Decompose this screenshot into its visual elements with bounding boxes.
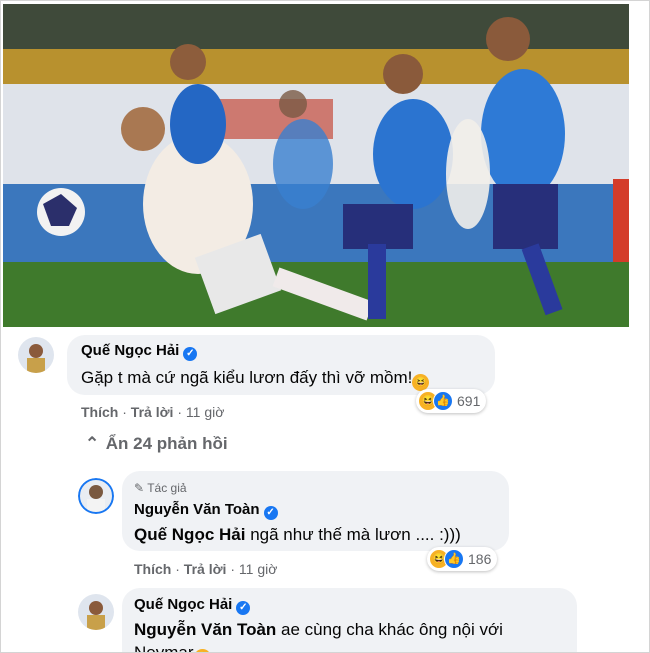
reaction-summary[interactable]: 😆 👍 691 bbox=[416, 389, 487, 413]
reply-link[interactable]: Trả lời bbox=[131, 404, 174, 420]
hide-replies-label[interactable]: Ẩn 24 phản hồi bbox=[106, 434, 228, 453]
like-reaction-icon: 👍 bbox=[433, 391, 453, 411]
reply-text-line2: Neymar😆 bbox=[134, 643, 211, 653]
avatar[interactable] bbox=[78, 594, 114, 630]
comment-author[interactable]: Quế Ngọc Hải ✓ bbox=[81, 342, 198, 361]
reply-text: Nguyễn Văn Toàn ae cùng cha khác ông nội… bbox=[134, 620, 503, 640]
reply-link[interactable]: Trả lời bbox=[184, 561, 227, 577]
comment-timestamp[interactable]: 11 giờ bbox=[186, 404, 225, 420]
separator-dot: · bbox=[175, 561, 180, 577]
verified-badge-icon: ✓ bbox=[183, 347, 198, 361]
avatar[interactable] bbox=[18, 337, 54, 373]
reaction-summary[interactable]: 😆 👍 186 bbox=[427, 547, 498, 571]
avatar[interactable] bbox=[78, 478, 114, 514]
verified-badge-icon: ✓ bbox=[236, 601, 251, 615]
author-tag-label: Tác giả bbox=[147, 481, 187, 495]
rofl-emoji-icon: 😆 bbox=[193, 649, 211, 652]
reply-text: Quế Ngọc Hải ngã như thế mà lươn .... :)… bbox=[134, 525, 461, 545]
reaction-count: 186 bbox=[468, 551, 492, 567]
reply-author-name[interactable]: Quế Ngọc Hải bbox=[134, 596, 232, 613]
like-link[interactable]: Thích bbox=[81, 404, 118, 420]
separator-dot: · bbox=[122, 404, 127, 420]
mention-link[interactable]: Nguyễn Văn Toàn bbox=[134, 620, 276, 639]
separator-dot: · bbox=[177, 404, 182, 420]
mention-link[interactable]: Quế Ngọc Hải bbox=[134, 525, 245, 544]
reply-author[interactable]: Quế Ngọc Hải ✓ bbox=[134, 596, 251, 615]
separator-dot: · bbox=[230, 561, 235, 577]
reply-author[interactable]: Nguyễn Văn Toàn ✓ bbox=[134, 501, 278, 520]
reply-text-content-line2: Neymar bbox=[134, 643, 194, 653]
comment-actions: Thích · Trả lời · 11 giờ bbox=[81, 404, 224, 420]
comment-text-content: Gặp t mà cứ ngã kiểu lươn đấy thì vỡ mồm… bbox=[81, 368, 413, 387]
verified-badge-icon: ✓ bbox=[263, 506, 278, 520]
reaction-count: 691 bbox=[457, 393, 481, 409]
chevron-up-icon: ⌃ bbox=[85, 434, 100, 453]
comment-author-name[interactable]: Quế Ngọc Hải bbox=[81, 342, 179, 359]
football-match-photo bbox=[3, 4, 629, 327]
pencil-icon: ✎ bbox=[134, 481, 145, 495]
author-tag: ✎ Tác giả bbox=[134, 481, 187, 495]
like-link[interactable]: Thích bbox=[134, 561, 171, 577]
reply-actions: Thích · Trả lời · 11 giờ bbox=[134, 561, 277, 577]
hide-replies-toggle[interactable]: ⌃ Ẩn 24 phản hồi bbox=[85, 434, 228, 454]
comment-text: Gặp t mà cứ ngã kiểu lươn đấy thì vỡ mồm… bbox=[81, 368, 430, 391]
reply-text-content: ae cùng cha khác ông nội với bbox=[276, 620, 503, 639]
reply-timestamp[interactable]: 11 giờ bbox=[239, 561, 278, 577]
reply-text-content: ngã như thế mà lươn .... :))) bbox=[245, 525, 461, 544]
like-reaction-icon: 👍 bbox=[444, 549, 464, 569]
facebook-comment-screenshot: Quế Ngọc Hải ✓ Gặp t mà cứ ngã kiểu lươn … bbox=[0, 0, 650, 653]
reply-author-name[interactable]: Nguyễn Văn Toàn bbox=[134, 501, 260, 518]
